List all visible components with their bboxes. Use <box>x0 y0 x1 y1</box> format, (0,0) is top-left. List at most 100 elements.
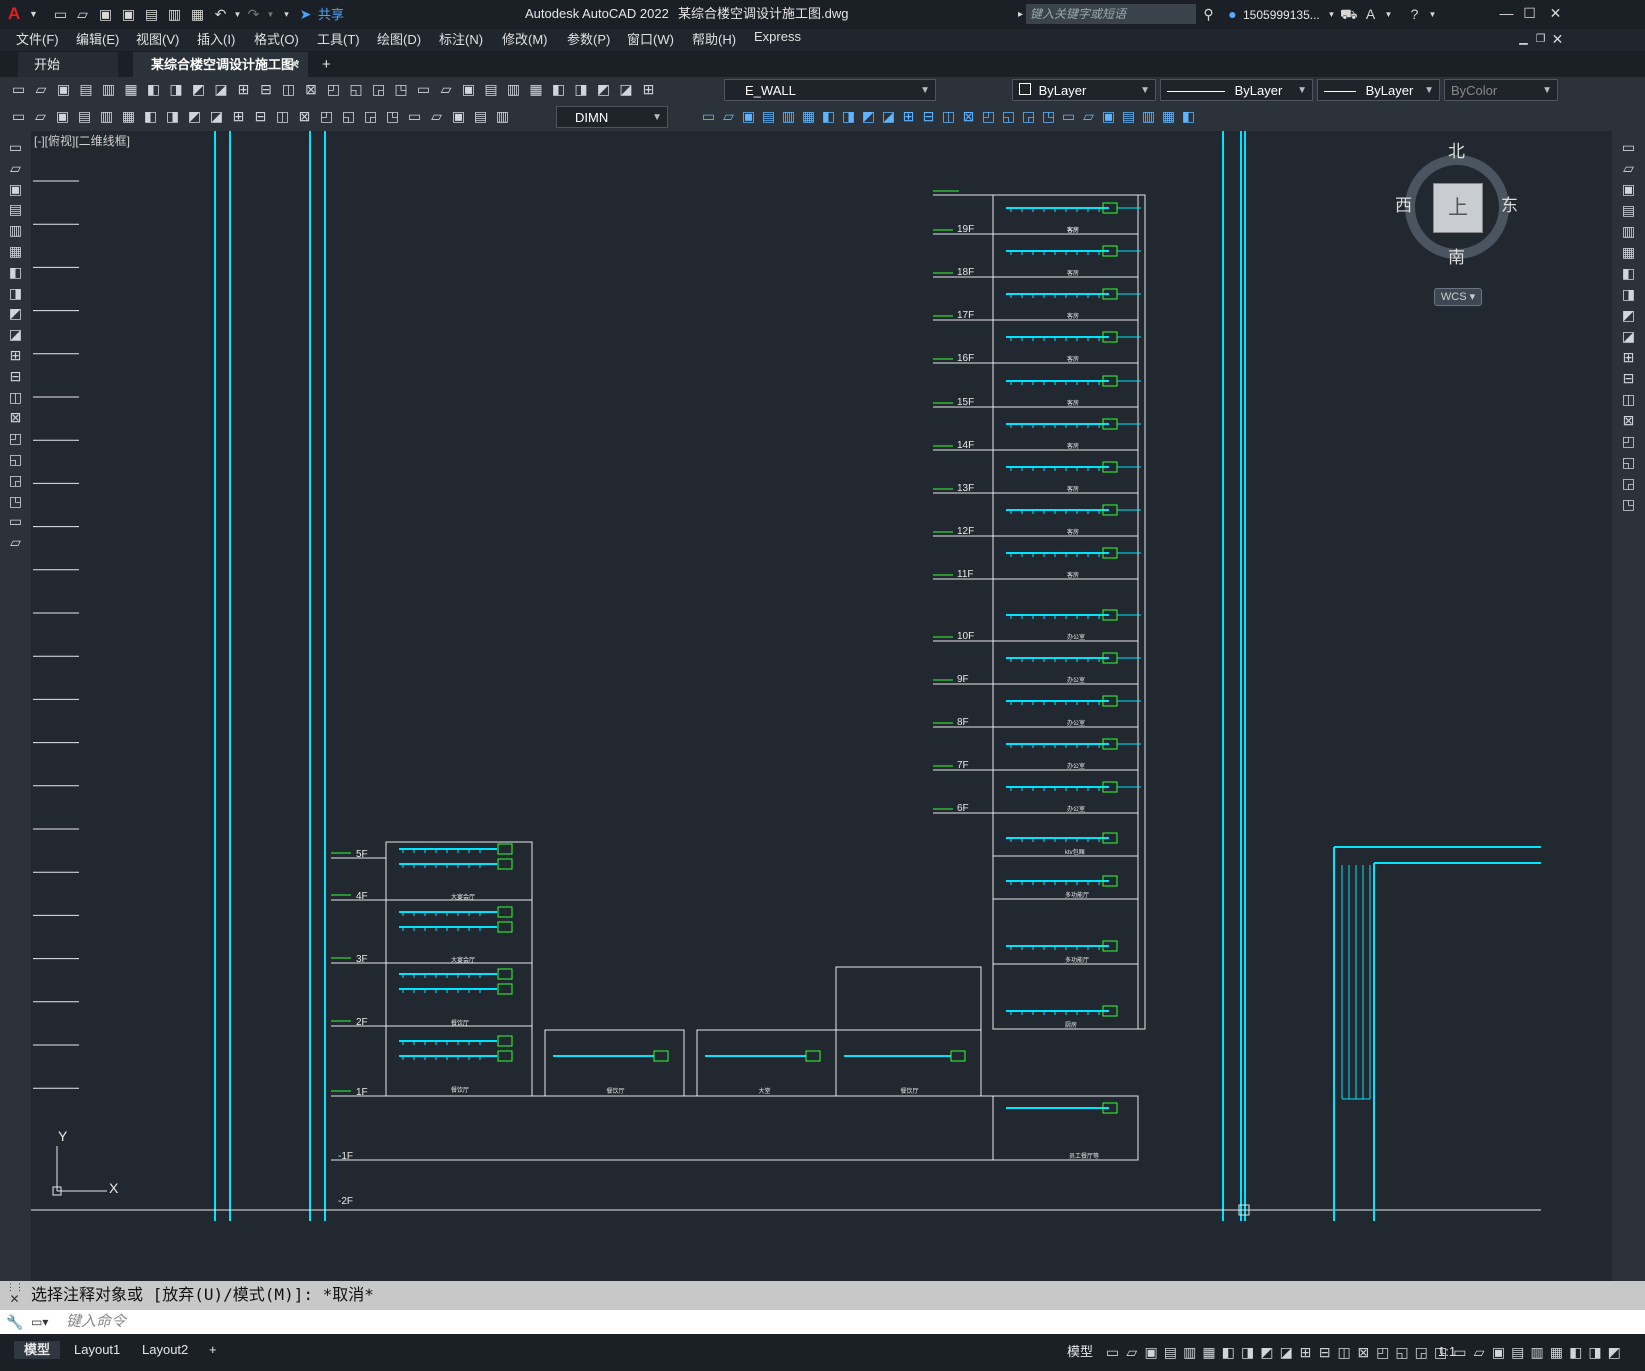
model-space-button[interactable]: 模型 <box>1067 1343 1093 1361</box>
layer-freeze-icon[interactable]: ◪ <box>618 81 635 98</box>
undo-icon[interactable]: ◫ <box>280 81 297 98</box>
erase-icon[interactable]: ▭ <box>1620 139 1637 156</box>
baseline-dim-icon[interactable]: ◫ <box>274 108 291 125</box>
redo-icon[interactable]: ⊠ <box>303 81 320 98</box>
menu-modify[interactable]: 修改(M) <box>502 29 548 48</box>
maximize-icon[interactable]: ☐ <box>1521 5 1538 22</box>
spline-icon[interactable]: ◩ <box>7 305 24 322</box>
view-back-icon[interactable]: ▱ <box>720 108 737 125</box>
help-icon[interactable]: ? <box>1406 6 1423 23</box>
save-web-icon[interactable]: ▥ <box>166 6 183 23</box>
plot-icon[interactable]: ▤ <box>78 81 95 98</box>
tolerance-icon[interactable]: ◲ <box>362 108 379 125</box>
copy-icon[interactable]: ◩ <box>190 81 207 98</box>
lock-ui-icon[interactable]: ▥ <box>1529 1344 1546 1361</box>
dim-text-edit-icon[interactable]: ▤ <box>472 108 489 125</box>
isodraft-icon[interactable]: ◧ <box>1220 1344 1237 1361</box>
menu-edit[interactable]: 编辑(E) <box>76 29 119 48</box>
line-icon[interactable]: ▭ <box>7 139 24 156</box>
menu-draw[interactable]: 绘图(D) <box>377 29 421 48</box>
ellipse-icon[interactable]: ◪ <box>7 326 24 343</box>
ordinate-dim-icon[interactable]: ◧ <box>142 108 159 125</box>
dim-edit-icon[interactable]: ▣ <box>450 108 467 125</box>
intersect-icon[interactable]: ⊞ <box>900 108 917 125</box>
menu-express[interactable]: Express <box>754 29 801 44</box>
wcs-menu[interactable]: WCS ▾ <box>1434 288 1482 306</box>
open-icon[interactable]: ▱ <box>74 6 91 23</box>
osnap-track-icon[interactable]: ◩ <box>1258 1344 1275 1361</box>
grid-icon[interactable]: ▭ <box>1104 1344 1121 1361</box>
close-icon[interactable]: ✕ <box>1547 5 1564 22</box>
layer-previous-icon[interactable]: ▱ <box>32 108 49 125</box>
new-tab-button[interactable]: + <box>322 52 331 77</box>
open-web-icon[interactable]: ▤ <box>143 6 160 23</box>
menu-tools[interactable]: 工具(T) <box>317 29 360 48</box>
tool-palettes-icon[interactable]: ▣ <box>460 81 477 98</box>
center-mark-icon[interactable]: ◳ <box>384 108 401 125</box>
explode-icon[interactable]: ◳ <box>1620 496 1637 513</box>
viewcube-north[interactable]: 北 <box>1448 143 1465 161</box>
snap-icon[interactable]: ▱ <box>1123 1344 1140 1361</box>
viewcube[interactable]: 上 北 南 东 西 <box>1395 143 1519 269</box>
multiline-text-icon[interactable]: ▭ <box>7 513 24 530</box>
polyline-icon[interactable]: ▣ <box>7 181 24 198</box>
polygon-icon[interactable]: ▤ <box>7 201 24 218</box>
tab-start[interactable]: 开始 <box>18 52 118 77</box>
autodesk-account-icon[interactable]: A <box>1362 6 1379 23</box>
selection-cycling-icon[interactable]: ⊠ <box>1355 1344 1372 1361</box>
osnap-dropdown-icon[interactable]: ⊞ <box>1297 1344 1314 1361</box>
dim-break-icon[interactable]: ◱ <box>340 108 357 125</box>
aligned-dim-icon[interactable]: ▥ <box>98 108 115 125</box>
command-close-icon[interactable]: ✕ <box>6 1291 23 1308</box>
open-icon[interactable]: ▱ <box>33 81 50 98</box>
3d-rotate-icon[interactable]: ▣ <box>1100 108 1117 125</box>
linear-dim-icon[interactable]: ▤ <box>76 108 93 125</box>
qat-customize-icon[interactable]: ▾ <box>278 6 295 23</box>
mirror3d-icon[interactable]: ▥ <box>1140 108 1157 125</box>
3d-align-icon[interactable]: ▤ <box>1120 108 1137 125</box>
scale-icon[interactable]: ◨ <box>1620 286 1637 303</box>
view-ne-icon[interactable]: ◨ <box>840 108 857 125</box>
loft-icon[interactable]: ◰ <box>980 108 997 125</box>
arc-icon[interactable]: ▦ <box>7 243 24 260</box>
join-icon[interactable]: ⊠ <box>1620 412 1637 429</box>
jogged-linear-icon[interactable]: ▱ <box>428 108 445 125</box>
lineweight-icon[interactable]: ⊟ <box>1316 1344 1333 1361</box>
revolve-icon[interactable]: ◫ <box>940 108 957 125</box>
search-input[interactable]: 键入关键字或短语 <box>1026 4 1196 24</box>
color-dropdown[interactable]: ByLayer ▼ <box>1012 79 1156 101</box>
viewcube-west[interactable]: 西 <box>1395 197 1412 215</box>
share-icon[interactable]: ➤ <box>297 6 314 23</box>
save-icon[interactable]: ▣ <box>55 81 72 98</box>
viewcube-south[interactable]: 南 <box>1448 249 1465 267</box>
hardware-accel-icon[interactable]: ◧ <box>1567 1344 1584 1361</box>
menu-insert[interactable]: 插入(I) <box>197 29 235 48</box>
layer-lock-icon[interactable]: ⊞ <box>640 81 657 98</box>
ellipse-arc-icon[interactable]: ⊞ <box>7 347 24 364</box>
construction-line-icon[interactable]: ▱ <box>7 160 24 177</box>
diameter-dim-icon[interactable]: ◪ <box>208 108 225 125</box>
clean-screen-icon[interactable]: ◨ <box>1587 1344 1604 1361</box>
view-right-icon[interactable]: ▤ <box>760 108 777 125</box>
extend-icon[interactable]: ⊞ <box>1620 349 1637 366</box>
menu-parametric[interactable]: 参数(P) <box>567 29 610 48</box>
union-icon[interactable]: ◩ <box>860 108 877 125</box>
table-icon[interactable]: ◳ <box>7 493 24 510</box>
viewcube-east[interactable]: 东 <box>1501 197 1518 215</box>
doc-restore-icon[interactable]: ❐ <box>1532 31 1549 48</box>
layer-properties-icon[interactable]: ◨ <box>573 81 590 98</box>
search-icon[interactable]: ⚲ <box>1200 6 1217 23</box>
isolate-icon[interactable]: ▦ <box>1548 1344 1565 1361</box>
minimize-icon[interactable]: — <box>1498 5 1515 22</box>
match-prop-icon[interactable]: ⊞ <box>235 81 252 98</box>
viewcube-top-face[interactable]: 上 <box>1433 183 1483 233</box>
array3d-icon[interactable]: ▦ <box>1160 108 1177 125</box>
command-input[interactable]: 键入命令 <box>66 1313 126 1331</box>
plotstyle-dropdown[interactable]: ByColor ▼ <box>1444 79 1558 101</box>
drawing-canvas[interactable]: [-][俯视][二维线框] Y X 19F 客房 18F 客房 17F 客房 16F 客房 15F 客… <box>31 131 1612 1281</box>
3d-print-icon[interactable]: ◧ <box>145 81 162 98</box>
stretch-icon[interactable]: ◩ <box>1620 307 1637 324</box>
autoscale-icon[interactable]: ◱ <box>1394 1344 1411 1361</box>
layer-on-icon[interactable]: ◩ <box>595 81 612 98</box>
layer-match-icon[interactable]: ▭ <box>10 108 27 125</box>
